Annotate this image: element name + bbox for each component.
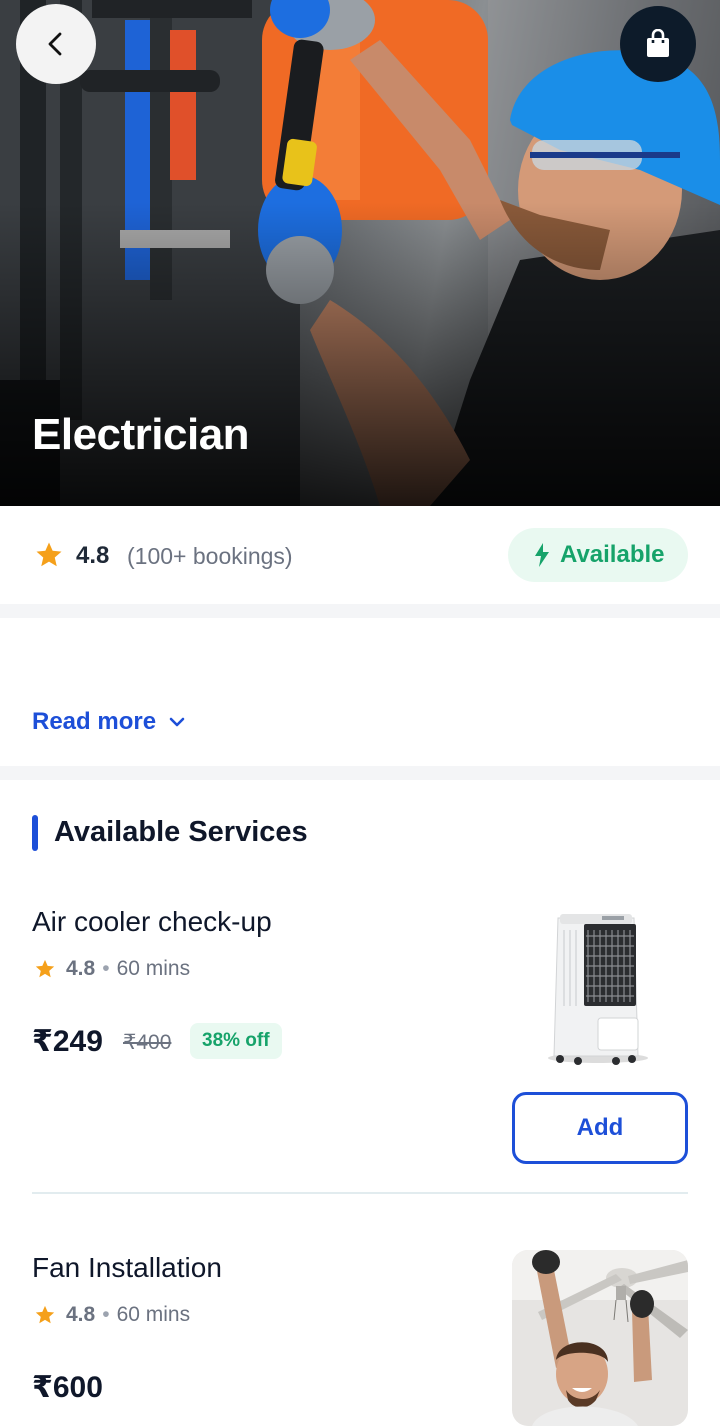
star-icon — [36, 542, 62, 567]
service-name: Air cooler check-up — [32, 906, 272, 937]
service-meta: 4.8 • 60 mins — [34, 1303, 190, 1327]
air-cooler-illustration — [512, 906, 688, 1082]
card-divider — [32, 1192, 688, 1194]
star-icon — [35, 1305, 55, 1324]
service-image-air-cooler — [512, 906, 688, 1082]
page-title: Electrician — [32, 410, 250, 459]
meta-separator: • — [102, 957, 110, 980]
service-price: ₹249 — [32, 1025, 103, 1058]
meta-separator: • — [102, 1303, 110, 1326]
star-icon — [35, 959, 55, 978]
back-button[interactable] — [16, 4, 96, 84]
rating-value: 4.8 — [76, 542, 110, 569]
bookings-count: (100+ bookings) — [127, 543, 293, 569]
section-divider — [0, 604, 720, 618]
read-more-label: Read more — [32, 708, 157, 735]
fan-installation-illustration — [512, 1250, 688, 1426]
service-price: ₹600 — [32, 1371, 103, 1404]
service-image-fan-installation — [512, 1250, 688, 1426]
availability-badge: Available — [508, 528, 688, 582]
availability-label: Available — [560, 541, 665, 568]
service-rating: 4.8 — [66, 1303, 96, 1326]
section-divider — [0, 766, 720, 780]
service-name: Fan Installation — [32, 1252, 222, 1283]
lightning-bolt-icon — [535, 543, 549, 567]
discount-badge: 38% off — [190, 1023, 282, 1059]
summary-row: 4.8 (100+ bookings) Available — [0, 506, 720, 604]
service-original-price: ₹400 — [123, 1031, 172, 1054]
section-title: Available Services — [54, 816, 308, 848]
service-rating: 4.8 — [66, 957, 96, 980]
read-more-link[interactable]: Read more — [32, 708, 186, 736]
chevron-left-icon — [48, 32, 62, 56]
shopping-bag-icon — [647, 29, 669, 57]
service-duration: 60 mins — [116, 1303, 191, 1326]
cart-button[interactable] — [620, 6, 696, 82]
section-accent-bar — [32, 815, 38, 851]
add-button[interactable]: Add — [512, 1092, 688, 1164]
chevron-down-icon — [169, 717, 185, 727]
service-meta: 4.8 • 60 mins — [34, 957, 190, 981]
hero-banner: Electrician — [0, 0, 720, 506]
service-duration: 60 mins — [116, 957, 191, 980]
